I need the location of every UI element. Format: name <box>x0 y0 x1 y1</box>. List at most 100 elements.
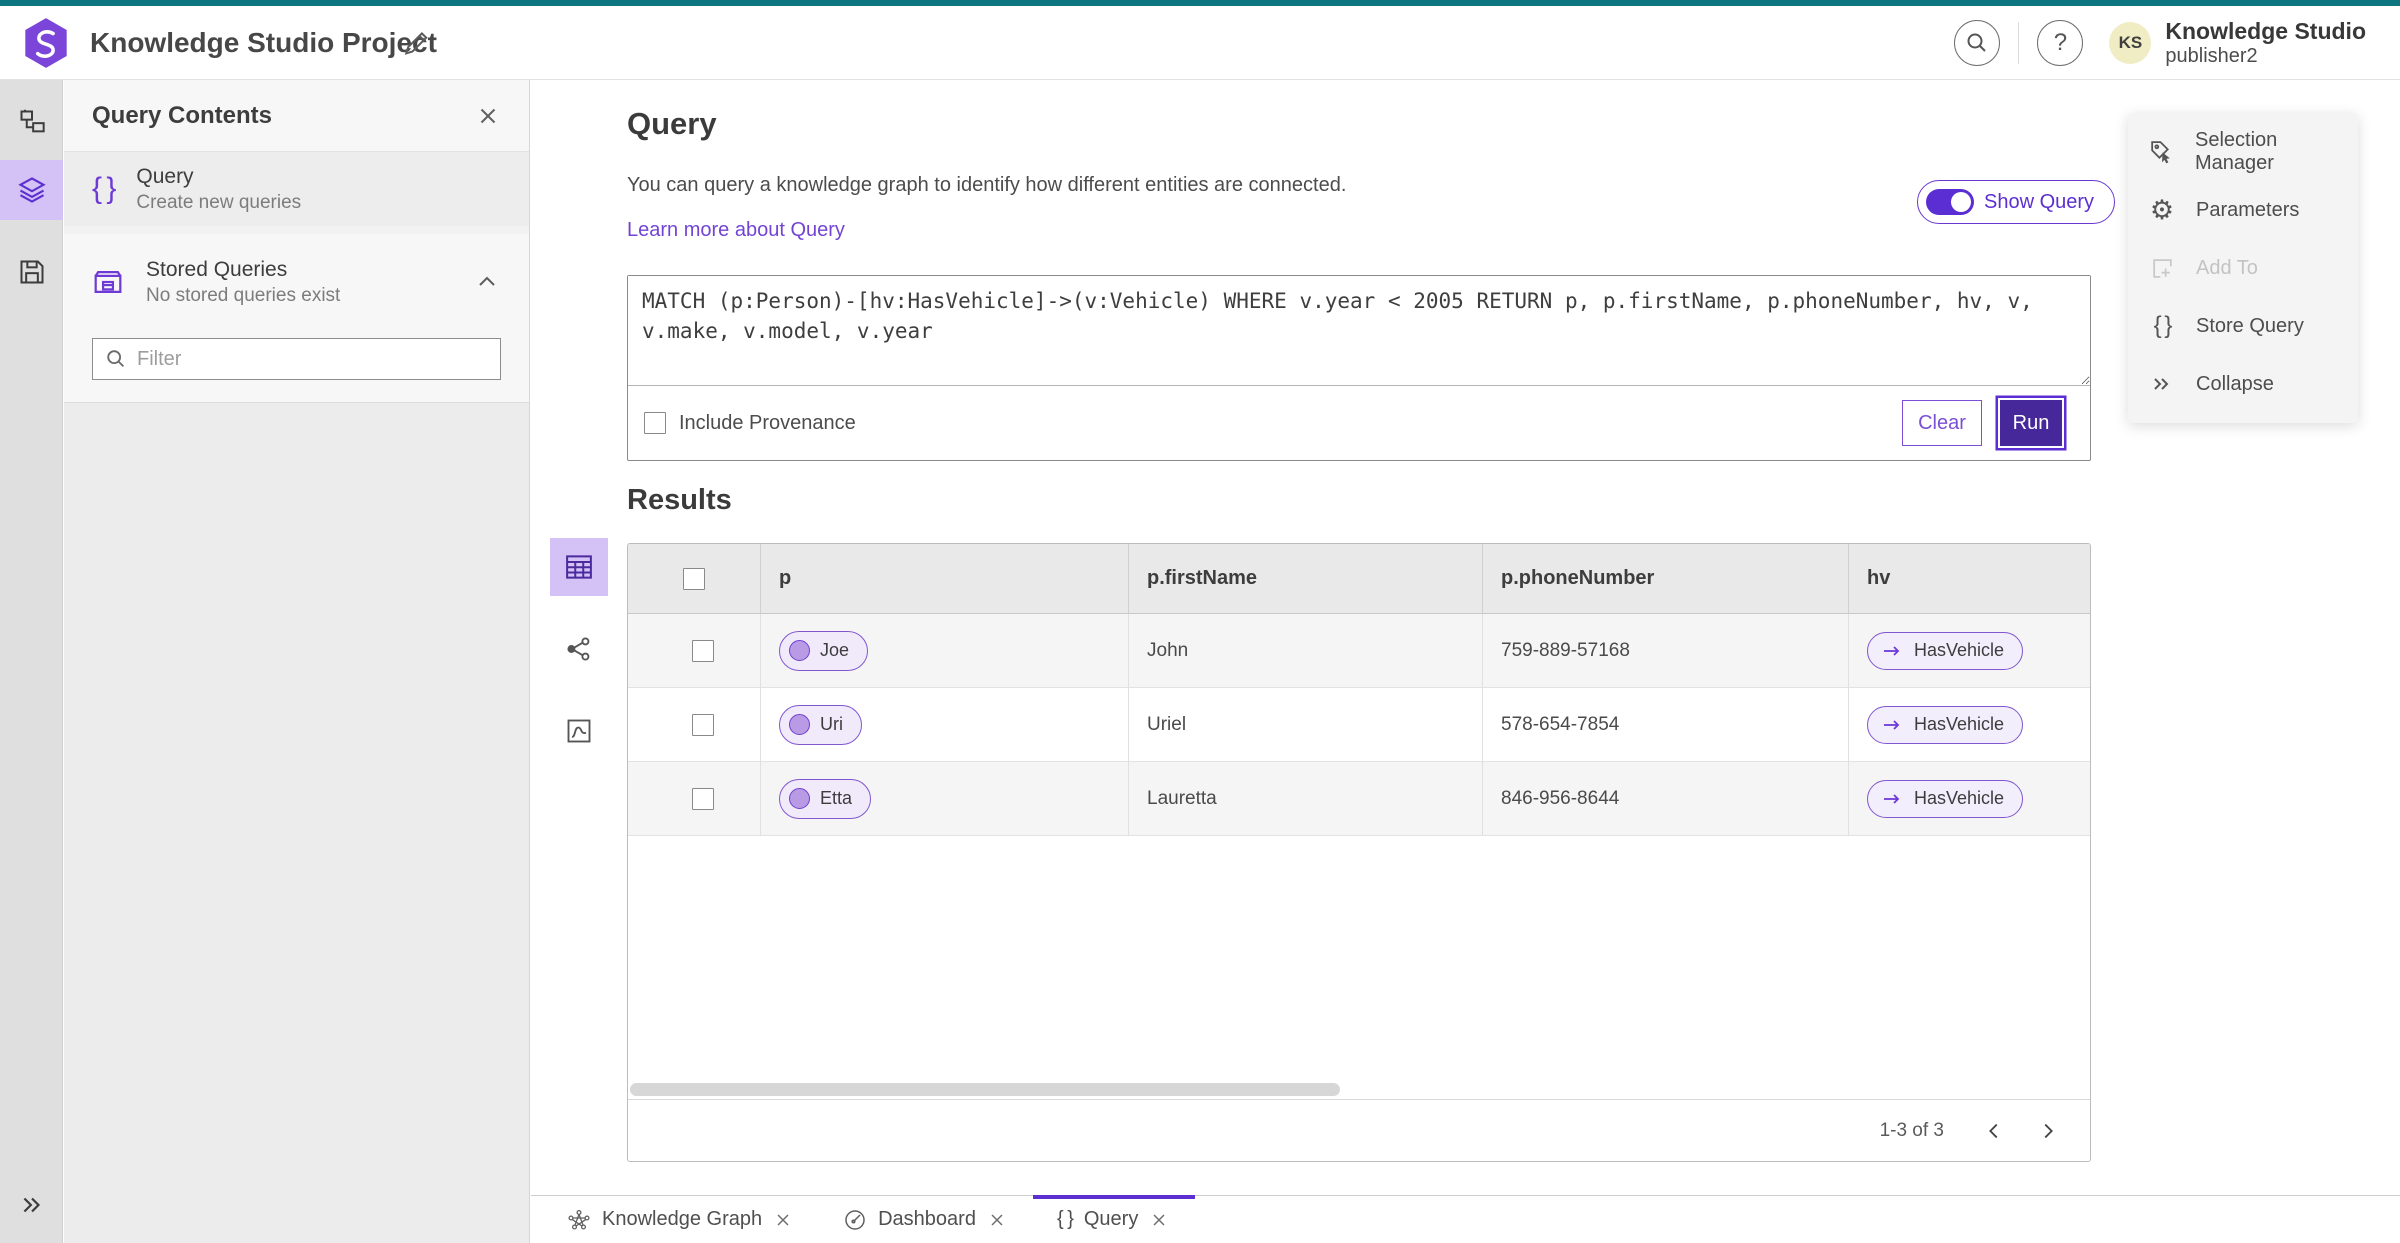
results-view-switcher <box>550 538 608 760</box>
tab-dashboard[interactable]: Dashboard <box>819 1196 1033 1243</box>
learn-more-link[interactable]: Learn more about Query <box>627 219 845 242</box>
user-name: publisher2 <box>2165 44 2258 67</box>
show-query-toggle[interactable]: Show Query <box>1917 180 2116 224</box>
horizontal-scrollbar <box>628 1081 2090 1099</box>
edit-title-icon[interactable] <box>400 28 432 60</box>
tab-query[interactable]: { } Query <box>1032 1195 1196 1243</box>
query-actions-panel: Selection Manager ⚙ Parameters Add To { … <box>2128 113 2358 423</box>
table-row: Etta Lauretta 846-956-8644 HasVehicle <box>628 762 2090 836</box>
panel-item-query[interactable]: { } Query Create new queries <box>64 152 529 226</box>
collapse-item[interactable]: Collapse <box>2128 355 2358 413</box>
arrow-right-icon <box>1882 718 1902 732</box>
cell-phonenumber: 578-654-7854 <box>1483 688 1849 761</box>
node-chip[interactable]: Joe <box>779 630 869 671</box>
toggle-switch[interactable] <box>1926 189 1974 215</box>
query-editor[interactable]: MATCH (p:Person)-[hv:HasVehicle]->(v:Veh… <box>628 276 2090 386</box>
stored-queries-description: No stored queries exist <box>146 284 341 306</box>
include-provenance-label: Include Provenance <box>679 411 856 434</box>
query-heading: Query <box>627 106 717 141</box>
store-query-item[interactable]: { } Store Query <box>2128 297 2358 355</box>
action-label: Collapse <box>2196 372 2274 395</box>
selection-manager-item[interactable]: Selection Manager <box>2128 123 2358 181</box>
query-editor-container: MATCH (p:Person)-[hv:HasVehicle]->(v:Veh… <box>627 275 2091 461</box>
table-empty-area <box>628 836 2090 1081</box>
edge-chip[interactable]: HasVehicle <box>1867 631 2024 670</box>
query-editor-footer: Include Provenance Clear Run <box>628 386 2090 460</box>
clear-button[interactable]: Clear <box>1902 400 1982 446</box>
left-icon-rail <box>0 80 63 1243</box>
panel-title: Query Contents <box>92 101 273 129</box>
node-chip[interactable]: Etta <box>779 778 872 819</box>
close-panel-icon[interactable] <box>475 101 505 131</box>
row-checkbox[interactable] <box>692 639 714 662</box>
column-header-phonenumber[interactable]: p.phoneNumber <box>1483 544 1849 613</box>
app-header: Knowledge Studio Project ? KS Knowledge … <box>0 6 2400 80</box>
cell-firstname: John <box>1129 614 1483 687</box>
pagination-range: 1-3 of 3 <box>1879 1119 1944 1141</box>
run-button[interactable]: Run <box>1998 398 2064 448</box>
dashboard-gauge-icon <box>843 1208 867 1232</box>
page-title: Knowledge Studio Project <box>90 27 437 58</box>
edge-chip[interactable]: HasVehicle <box>1867 705 2024 744</box>
column-header-hv[interactable]: hv <box>1849 544 2090 613</box>
action-label: Parameters <box>2196 198 2300 221</box>
scrollbar-thumb[interactable] <box>630 1083 1340 1096</box>
node-icon <box>789 714 810 735</box>
table-row: Joe John 759-889-57168 HasVehicle <box>628 614 2090 688</box>
double-chevron-icon <box>2148 372 2176 396</box>
save-icon[interactable] <box>0 242 63 302</box>
chevron-up-icon[interactable] <box>475 267 505 297</box>
map-view-icon[interactable] <box>550 702 608 760</box>
hierarchy-icon[interactable] <box>0 92 63 152</box>
panel-item-stored-queries[interactable]: Stored Queries No stored queries exist <box>64 234 529 330</box>
app-logo-icon[interactable] <box>22 17 70 69</box>
add-to-item: Add To <box>2128 239 2358 297</box>
help-icon[interactable]: ? <box>2037 20 2084 66</box>
panel-divider <box>64 226 529 234</box>
include-provenance-checkbox[interactable] <box>644 412 666 434</box>
tab-knowledge-graph[interactable]: Knowledge Graph <box>543 1196 819 1243</box>
product-name: Knowledge Studio <box>2165 18 2366 45</box>
tag-cursor-icon <box>2148 139 2175 166</box>
arrow-right-icon <box>1882 644 1902 658</box>
edge-chip[interactable]: HasVehicle <box>1867 779 2024 818</box>
table-row: Uri Uriel 578-654-7854 HasVehicle <box>628 688 2090 762</box>
node-icon <box>789 640 810 661</box>
table-header-row: p p.firstName p.phoneNumber hv <box>628 544 2090 614</box>
results-heading: Results <box>627 484 732 516</box>
search-icon[interactable] <box>1954 20 2001 66</box>
knowledge-graph-icon <box>567 1208 591 1232</box>
main-content: Query You can query a knowledge graph to… <box>531 80 2400 1195</box>
row-checkbox[interactable] <box>692 713 714 736</box>
layers-icon-active[interactable] <box>0 160 63 220</box>
column-header-firstname[interactable]: p.firstName <box>1129 544 1483 613</box>
expand-panel-icon[interactable] <box>0 1175 63 1235</box>
graph-view-icon[interactable] <box>550 620 608 678</box>
user-info: Knowledge Studio publisher2 <box>2165 18 2366 67</box>
braces-icon: { } <box>2153 312 2173 339</box>
query-item-label: Query <box>136 164 194 188</box>
bottom-tab-bar: Knowledge Graph Dashboard { } Query <box>531 1195 2400 1243</box>
cell-phonenumber: 846-956-8644 <box>1483 762 1849 835</box>
cell-firstname: Lauretta <box>1129 762 1483 835</box>
select-all-checkbox[interactable] <box>683 567 705 590</box>
table-view-icon[interactable] <box>550 538 608 596</box>
next-page-icon[interactable] <box>2028 1111 2068 1151</box>
parameters-item[interactable]: ⚙ Parameters <box>2128 181 2358 239</box>
tab-label: Knowledge Graph <box>602 1208 763 1230</box>
close-tab-icon[interactable] <box>987 1209 1009 1231</box>
close-tab-icon[interactable] <box>1149 1209 1171 1231</box>
search-icon <box>105 348 127 370</box>
braces-icon: { } <box>1056 1208 1074 1230</box>
avatar[interactable]: KS <box>2109 22 2152 64</box>
stored-queries-icon <box>92 267 124 297</box>
filter-input[interactable] <box>137 347 488 371</box>
column-header-p[interactable]: p <box>761 544 1129 613</box>
close-tab-icon[interactable] <box>773 1209 795 1231</box>
node-chip[interactable]: Uri <box>779 704 862 745</box>
node-icon <box>789 788 810 809</box>
panel-empty-area <box>64 402 529 1243</box>
show-query-label: Show Query <box>1984 190 2095 213</box>
previous-page-icon[interactable] <box>1974 1111 2014 1151</box>
row-checkbox[interactable] <box>692 787 714 810</box>
